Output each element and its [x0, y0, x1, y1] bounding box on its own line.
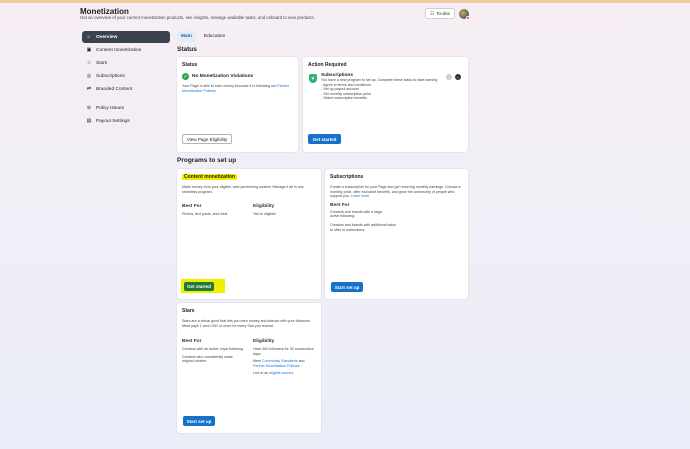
sidebar-item-label: Stars: [96, 60, 108, 66]
eligible-country-link[interactable]: eligible country: [269, 371, 293, 375]
best-for-value: Photos, text posts, and reels: [182, 212, 228, 216]
status-body: Your Page is able to earn money because …: [182, 84, 277, 88]
best-for-label: Best For: [182, 339, 202, 344]
checklist-icon: ☷: [430, 10, 435, 16]
sidebar-item-policy-issues[interactable]: ⊘ Policy Issues: [82, 102, 170, 114]
shield-icon: ♥: [309, 74, 317, 83]
avatar[interactable]: [459, 9, 470, 20]
eligibility-label: Eligibility: [253, 204, 275, 209]
card-title: Content monetization: [182, 174, 316, 180]
tab-education[interactable]: Education: [200, 31, 229, 42]
check-circle-icon: ✓: [182, 73, 189, 80]
program-description: Make money from your eligible, web perfo…: [182, 185, 304, 194]
subscriptions-icon: ◎: [86, 73, 92, 79]
program-description: Stars are a virtual good that lets you e…: [182, 319, 311, 328]
policy-icon: ⊘: [86, 105, 92, 111]
todos-button[interactable]: ☷ To-dos: [425, 8, 455, 19]
eligibility-text: and: [298, 359, 305, 364]
view-page-eligibility-button[interactable]: View Page Eligibility: [182, 134, 232, 144]
eligibility-value: Have 500 followers for 30 consecutive da…: [253, 347, 314, 356]
chevron-left-icon[interactable]: ‹: [446, 74, 452, 80]
sidebar-item-label: Overview: [96, 34, 118, 40]
sidebar-item-label: Payout Settings: [96, 118, 130, 124]
notification-dot: [466, 16, 470, 20]
star-icon: ☆: [86, 60, 92, 66]
start-set-up-button[interactable]: Start set up: [183, 416, 215, 426]
stars-card: Stars Stars are a virtual good that lets…: [177, 303, 321, 433]
todos-label: To-dos: [436, 11, 450, 16]
program-description: Create a subscription for your Page and …: [330, 185, 461, 199]
page-subtitle: Get an overview of your current monetiza…: [80, 15, 315, 20]
sidebar-item-label: Branded Content: [96, 86, 133, 92]
card-title: Subscriptions: [330, 174, 364, 180]
sidebar-item-subscriptions[interactable]: ◎ Subscriptions: [82, 70, 170, 82]
home-icon: ⌂: [87, 34, 91, 40]
status-card: Status ✓ No Monetization Violations Your…: [177, 57, 298, 152]
card-title: Status: [182, 62, 198, 68]
action-required-card: Action Required ♥ Subscriptions You have…: [303, 57, 468, 152]
partner-policies-link[interactable]: Partner Monetization Policies: [253, 364, 300, 368]
best-for-value: Creators and brands with additional valu…: [330, 222, 397, 232]
chevron-right-icon[interactable]: ›: [455, 74, 461, 80]
tab-bar: Main Education: [177, 31, 229, 42]
subscriptions-card: Subscriptions Create a subscription for …: [325, 169, 468, 299]
card-title: Stars: [182, 308, 195, 314]
sidebar-item-branded-content[interactable]: ⇄ Branded Content: [82, 83, 170, 95]
status-section-heading: Status: [177, 46, 197, 53]
best-for-label: Best For: [330, 202, 350, 208]
start-set-up-button[interactable]: Start set up: [331, 282, 363, 292]
action-item-body: You have a new program to set up. Comple…: [321, 78, 439, 82]
highlighted-title: Content monetization: [182, 174, 238, 180]
sidebar-item-label: Subscriptions: [96, 73, 125, 79]
get-started-button[interactable]: Get started: [308, 134, 341, 144]
tab-main[interactable]: Main: [177, 31, 196, 42]
eligibility-text: Live in an: [253, 371, 269, 376]
sidebar: ⌂ Overview ▣ Content monetization ☆ Star…: [82, 31, 170, 128]
best-for-value: Creators who consistently make original …: [182, 354, 233, 364]
programs-heading: Programs to set up: [177, 157, 237, 164]
card-title: Action Required: [308, 62, 347, 68]
content-monetization-card: Content monetization Make money from you…: [177, 169, 321, 299]
violation-status: No Monetization Violations: [192, 74, 254, 79]
eligibility-value: You're eligible!: [253, 212, 277, 216]
sidebar-item-overview[interactable]: ⌂ Overview: [82, 31, 170, 43]
top-accent-strip: [0, 0, 690, 3]
task-item: - Select subscription benefits: [321, 96, 367, 101]
eligibility-label: Eligibility: [253, 339, 275, 344]
sidebar-item-label: Content monetization: [96, 47, 142, 53]
best-for-value: Creators and brands with a large, active…: [330, 209, 384, 219]
sidebar-item-content-monetization[interactable]: ▣ Content monetization: [82, 44, 170, 56]
sidebar-item-label: Policy Issues: [96, 105, 124, 111]
sidebar-item-stars[interactable]: ☆ Stars: [82, 57, 170, 69]
best-for-label: Best For: [182, 204, 202, 209]
learn-more-link[interactable]: Learn more: [351, 194, 369, 198]
branded-icon: ⇄: [86, 86, 92, 92]
payout-icon: ▤: [86, 118, 92, 124]
eligibility-text: Meet: [253, 359, 261, 364]
community-standards-link[interactable]: Community Standards: [262, 359, 298, 363]
sidebar-item-payout-settings[interactable]: ▤ Payout Settings: [82, 115, 170, 127]
content-icon: ▣: [86, 47, 92, 53]
best-for-value: Creators with an active, loyal following: [182, 347, 243, 351]
get-started-button[interactable]: Get started: [184, 282, 214, 291]
